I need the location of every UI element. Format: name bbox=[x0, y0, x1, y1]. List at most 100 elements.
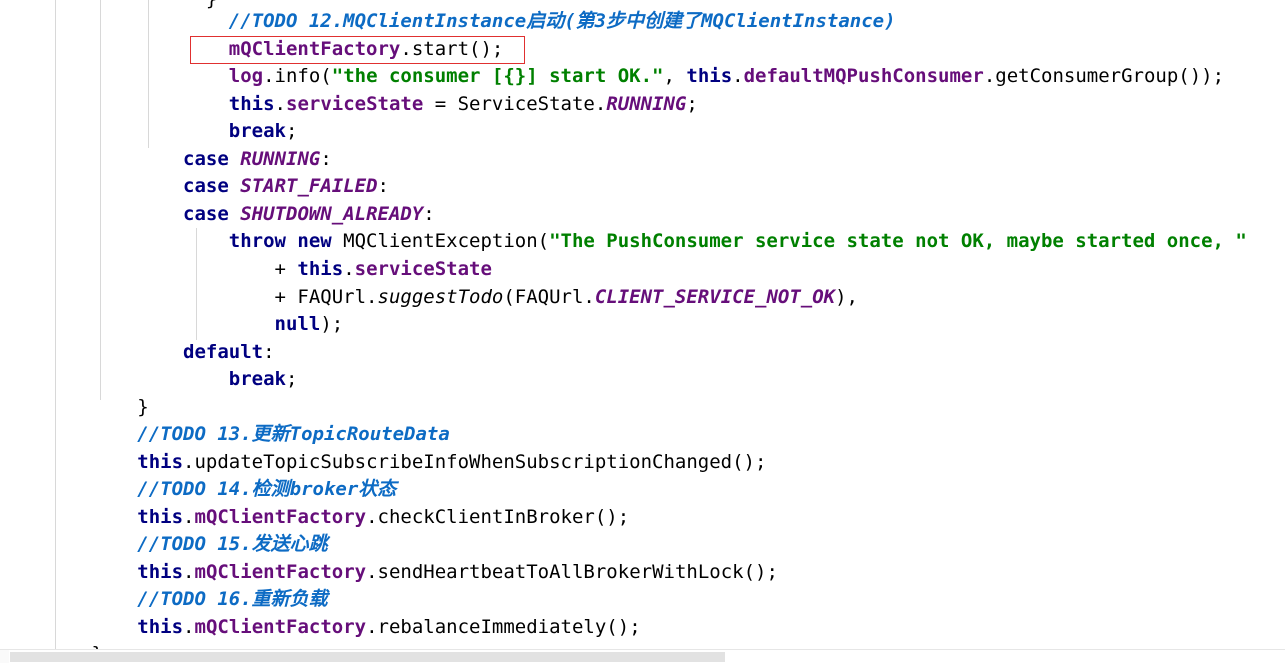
code-token-str: "the consumer [{}] start OK." bbox=[331, 65, 664, 87]
horizontal-scrollbar-thumb[interactable] bbox=[10, 652, 725, 662]
code-text-surface[interactable]: } //TODO 12.MQClientInstance启动(第3步中创建了MQ… bbox=[0, 0, 1285, 650]
code-token-kw: this bbox=[137, 451, 184, 473]
code-token-kw: break bbox=[228, 120, 286, 142]
code-editor-pane[interactable]: } //TODO 12.MQClientInstance启动(第3步中创建了MQ… bbox=[0, 0, 1285, 663]
code-token-todo: //TODO 13.更新TopicRouteData bbox=[0, 423, 450, 445]
code-token-static: RUNNING bbox=[606, 93, 687, 115]
scrollbar-left-cap bbox=[0, 650, 9, 663]
code-line[interactable]: throw new MQClientException("The PushCon… bbox=[0, 228, 1247, 256]
code-token-kw: this bbox=[228, 93, 275, 115]
code-line[interactable]: + FAQUrl.suggestTodo(FAQUrl.CLIENT_SERVI… bbox=[0, 284, 858, 312]
code-token-plain: } bbox=[0, 396, 149, 418]
code-token-kw: this bbox=[137, 616, 184, 638]
code-line[interactable]: this.mQClientFactory.sendHeartbeatToAllB… bbox=[0, 559, 778, 587]
code-line[interactable]: break; bbox=[0, 366, 298, 394]
code-token-field: mQClientFactory bbox=[194, 561, 367, 583]
code-token-field: mQClientFactory bbox=[194, 506, 367, 528]
code-line[interactable]: //TODO 14.检测broker状态 bbox=[0, 476, 396, 504]
code-line[interactable]: case RUNNING: bbox=[0, 146, 332, 174]
code-token-kw: this bbox=[297, 258, 344, 280]
code-token-method-i: suggestTodo bbox=[377, 286, 504, 308]
code-token-kw: null bbox=[274, 313, 321, 335]
code-line[interactable]: //TODO 15.发送心跳 bbox=[0, 531, 328, 559]
code-token-plain: . bbox=[732, 65, 744, 87]
code-token-plain: ); bbox=[320, 313, 344, 335]
code-token-kw: this bbox=[137, 561, 184, 583]
code-token-plain: .checkClientInBroker(); bbox=[366, 506, 630, 528]
code-token-plain: (FAQUrl. bbox=[503, 286, 595, 308]
code-token-kw: throw new bbox=[228, 230, 332, 252]
code-line[interactable]: case SHUTDOWN_ALREADY: bbox=[0, 201, 435, 229]
code-token-plain: . bbox=[343, 258, 355, 280]
code-line[interactable]: + this.serviceState bbox=[0, 256, 492, 284]
code-token-kw: case bbox=[183, 175, 229, 197]
code-line[interactable]: case START_FAILED: bbox=[0, 173, 389, 201]
code-token-static: CLIENT_SERVICE_NOT_OK bbox=[594, 286, 836, 308]
code-token-field: defaultMQPushConsumer bbox=[743, 65, 984, 87]
code-line[interactable]: this.mQClientFactory.rebalanceImmediatel… bbox=[0, 614, 641, 642]
code-line[interactable]: default: bbox=[0, 339, 275, 367]
code-token-plain: . bbox=[183, 616, 195, 638]
code-token-plain: ), bbox=[835, 286, 858, 308]
code-token-static: START_FAILED bbox=[240, 175, 378, 197]
code-token-kw: this bbox=[686, 65, 733, 87]
code-line[interactable]: mQClientFactory.start(); bbox=[0, 36, 504, 64]
code-line[interactable]: null); bbox=[0, 311, 344, 339]
code-token-plain: ; bbox=[686, 93, 698, 115]
code-token-field: log bbox=[228, 65, 264, 87]
code-token-plain: .start(); bbox=[400, 38, 504, 60]
code-token-plain: . bbox=[183, 561, 195, 583]
code-token-todo: //TODO 12.MQClientInstance启动(第3步中创建了MQCl… bbox=[0, 10, 896, 32]
code-line[interactable]: this.serviceState = ServiceState.RUNNING… bbox=[0, 91, 698, 119]
code-token-static: SHUTDOWN_ALREADY bbox=[240, 203, 424, 225]
code-token-todo: //TODO 15.发送心跳 bbox=[0, 533, 328, 555]
code-token-kw: break bbox=[228, 368, 286, 390]
code-line[interactable]: //TODO 16.重新负载 bbox=[0, 586, 328, 614]
code-line[interactable]: } bbox=[0, 394, 149, 422]
code-token-static: RUNNING bbox=[240, 148, 321, 170]
code-line[interactable]: this.updateTopicSubscribeInfoWhenSubscri… bbox=[0, 449, 766, 477]
code-token-field: mQClientFactory bbox=[194, 616, 367, 638]
code-token-kw: case bbox=[183, 148, 229, 170]
code-token-field: mQClientFactory bbox=[228, 38, 401, 60]
code-token-todo: //TODO 16.重新负载 bbox=[0, 588, 328, 610]
code-token-plain: = ServiceState. bbox=[423, 93, 607, 115]
code-token-plain: .sendHeartbeatToAllBrokerWithLock(); bbox=[366, 561, 778, 583]
code-token-plain: .updateTopicSubscribeInfoWhenSubscriptio… bbox=[183, 451, 767, 473]
code-line[interactable]: //TODO 12.MQClientInstance启动(第3步中创建了MQCl… bbox=[0, 8, 896, 36]
code-token-plain: . bbox=[183, 506, 195, 528]
code-token-plain: : bbox=[423, 203, 435, 225]
code-token-kw: default bbox=[183, 341, 264, 363]
code-token-kw: case bbox=[183, 203, 229, 225]
code-line[interactable]: //TODO 13.更新TopicRouteData bbox=[0, 421, 450, 449]
code-line[interactable]: break; bbox=[0, 118, 298, 146]
code-token-plain: : bbox=[320, 148, 332, 170]
code-token-plain: . bbox=[274, 93, 286, 115]
code-token-field: serviceState bbox=[286, 93, 424, 115]
horizontal-scrollbar[interactable] bbox=[0, 649, 1285, 663]
code-token-plain: + FAQUrl. bbox=[0, 286, 378, 308]
code-token-plain: .getConsumerGroup()); bbox=[983, 65, 1225, 87]
code-line[interactable]: this.mQClientFactory.checkClientInBroker… bbox=[0, 504, 629, 532]
code-line[interactable]: log.info("the consumer [{}] start OK.", … bbox=[0, 63, 1224, 91]
code-token-plain: .info( bbox=[263, 65, 332, 87]
code-token-todo: //TODO 14.检测broker状态 bbox=[0, 478, 397, 500]
code-token-plain: MQClientException( bbox=[331, 230, 550, 252]
code-token-kw: this bbox=[137, 506, 184, 528]
code-token-plain: .rebalanceImmediately(); bbox=[366, 616, 641, 638]
